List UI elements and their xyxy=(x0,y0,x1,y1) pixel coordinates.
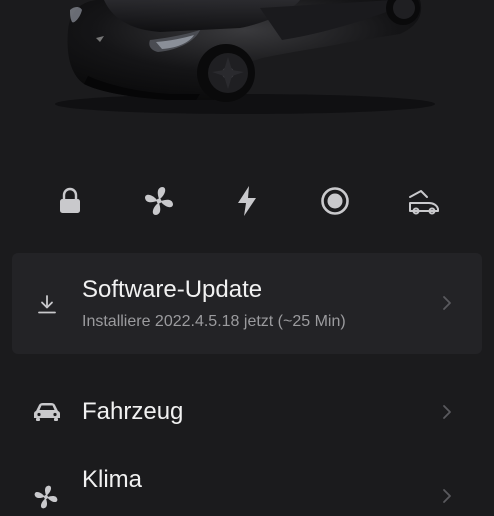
menu-item-climate-label: Klima xyxy=(82,466,143,493)
charge-port-button[interactable] xyxy=(225,180,269,222)
software-update-subtitle: Installiere 2022.4.5.18 jetzt (~25 Min) xyxy=(82,313,346,330)
software-update-card[interactable]: Software-Update Installiere 2022.4.5.18 … xyxy=(12,253,482,354)
software-update-title: Software-Update xyxy=(82,276,263,303)
download-icon xyxy=(38,295,56,314)
car-image xyxy=(0,0,494,160)
lock-icon xyxy=(60,187,81,213)
chevron-right-icon xyxy=(443,489,451,503)
menu-item-vehicle[interactable]: Fahrzeug xyxy=(0,384,494,440)
frunk-trunk-button[interactable] xyxy=(402,180,446,222)
menu-item-climate[interactable]: Klima xyxy=(0,460,494,516)
car-icon xyxy=(34,403,60,421)
fan-icon xyxy=(144,187,173,215)
chevron-right-icon xyxy=(443,405,451,419)
chevron-right-icon xyxy=(443,296,451,310)
frunk-trunk-icon xyxy=(408,190,439,215)
fan-button[interactable] xyxy=(137,180,181,222)
lock-button[interactable] xyxy=(48,180,92,222)
sentry-mode-button[interactable] xyxy=(313,180,357,222)
charging-bolt-icon xyxy=(237,186,256,216)
sentry-mode-icon xyxy=(321,187,350,215)
quick-controls xyxy=(0,180,494,222)
fan-icon xyxy=(34,485,58,509)
menu-item-vehicle-label: Fahrzeug xyxy=(82,398,184,425)
